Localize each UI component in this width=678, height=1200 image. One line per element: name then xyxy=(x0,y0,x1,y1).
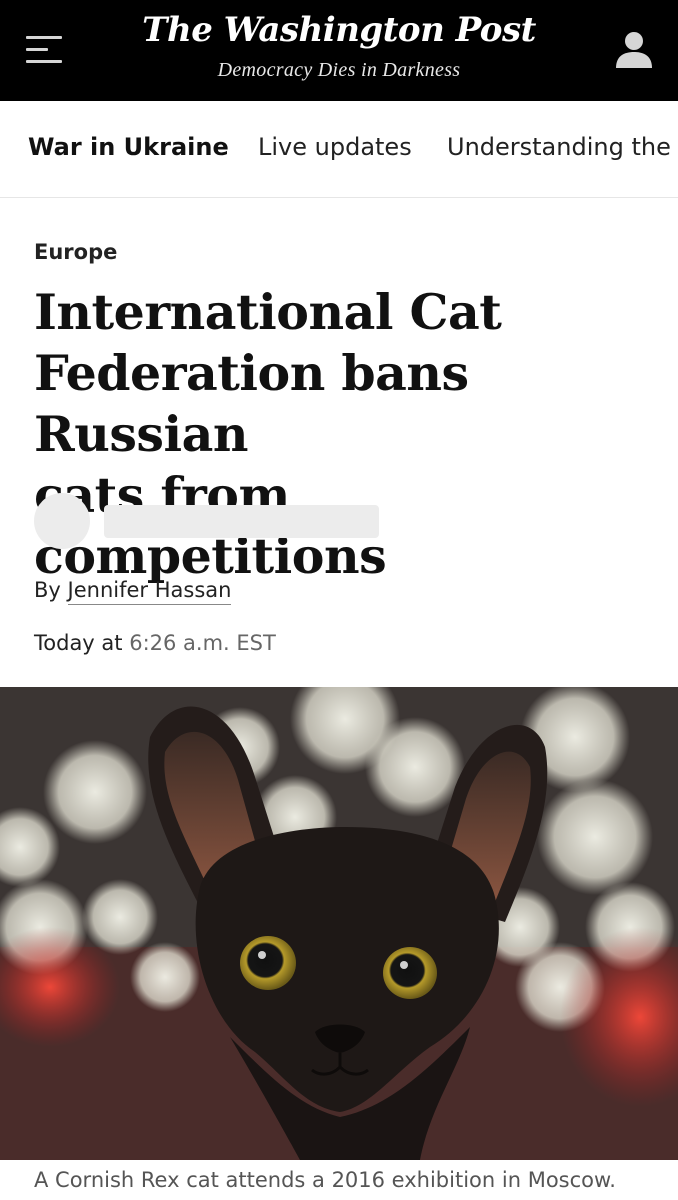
nav-item-war-in-ukraine[interactable]: War in Ukraine xyxy=(28,133,229,161)
headline-line: Federation bans Russian xyxy=(34,344,469,463)
article-page: The Washington Post Democracy Dies in Da… xyxy=(0,0,678,1200)
headline-line: International Cat xyxy=(34,283,502,341)
author-link[interactable]: Jennifer Hassan xyxy=(67,578,232,605)
masthead: The Washington Post Democracy Dies in Da… xyxy=(0,0,678,101)
date-prefix: Today at xyxy=(34,631,123,655)
audio-player-placeholder-bar xyxy=(104,505,379,538)
nav-item-understanding[interactable]: Understanding the c xyxy=(447,133,678,161)
section-kicker[interactable]: Europe xyxy=(34,240,117,264)
lead-photo[interactable] xyxy=(0,687,678,1160)
publish-time: 6:26 a.m. EST xyxy=(129,631,276,655)
user-account-icon[interactable] xyxy=(612,30,656,70)
site-logo[interactable]: The Washington Post xyxy=(0,10,678,50)
site-tagline: Democracy Dies in Darkness xyxy=(217,59,461,81)
cat-photo-illustration xyxy=(0,687,678,1160)
nav-item-live-updates[interactable]: Live updates xyxy=(258,133,412,161)
byline-prefix: By xyxy=(34,578,61,602)
audio-player-placeholder-icon xyxy=(34,493,90,549)
publish-timestamp: Today at 6:26 a.m. EST xyxy=(34,631,276,655)
article-headline: International Cat Federation bans Russia… xyxy=(34,282,654,587)
photo-caption: A Cornish Rex cat attends a 2016 exhibit… xyxy=(34,1168,616,1192)
byline: By Jennifer Hassan xyxy=(34,578,232,605)
topic-nav: War in Ukraine Live updates Understandin… xyxy=(0,101,678,198)
